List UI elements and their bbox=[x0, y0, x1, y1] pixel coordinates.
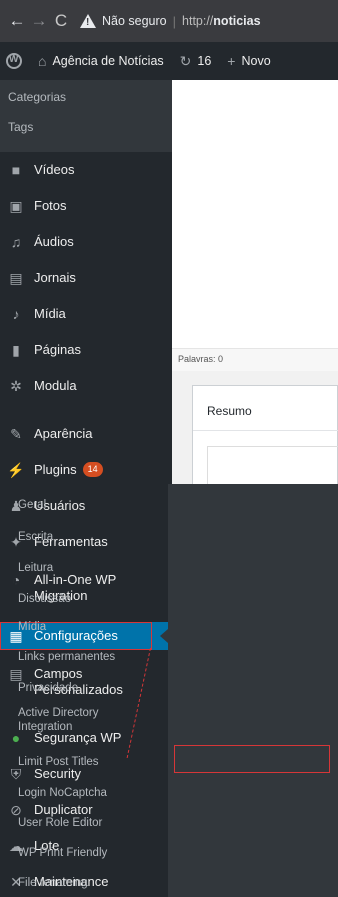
home-icon: ⌂ bbox=[38, 53, 47, 69]
submenu-item-user-role-editor[interactable]: User Role Editor bbox=[18, 816, 102, 830]
word-count: Palavras: 0 bbox=[178, 354, 224, 364]
updates-count: 16 bbox=[197, 54, 212, 68]
site-name-link[interactable]: ⌂ Agência de Notícias bbox=[38, 53, 164, 69]
menu-label: Vídeos bbox=[34, 162, 75, 177]
warning-icon: ! bbox=[80, 14, 96, 28]
posts-submenu: Categorias Tags bbox=[0, 80, 172, 152]
back-arrow-icon[interactable]: ← bbox=[6, 11, 28, 31]
updates-icon: ↻ bbox=[179, 52, 192, 69]
summary-title: Resumo bbox=[207, 404, 252, 418]
highlight-box-limit-post-titles bbox=[174, 745, 330, 773]
menu-label: Modula bbox=[34, 378, 77, 393]
menu-item-modula[interactable]: ✲ Modula bbox=[0, 378, 172, 394]
url-host: noticias bbox=[213, 14, 261, 28]
plugin-icon: ⚡ bbox=[7, 461, 25, 478]
wordpress-logo-icon[interactable] bbox=[6, 53, 22, 69]
new-label: Novo bbox=[241, 54, 271, 68]
url-separator: | bbox=[172, 13, 177, 29]
menu-item-plugins[interactable]: ⚡ Plugins 14 bbox=[0, 462, 172, 478]
url-scheme: http:// bbox=[182, 14, 214, 28]
submenu-item-privacidade[interactable]: Privacidade bbox=[18, 681, 78, 695]
plugin-update-badge: 14 bbox=[82, 462, 103, 477]
menu-item-jornais[interactable]: ▤ Jornais bbox=[0, 270, 172, 286]
updates-link[interactable]: ↻ 16 bbox=[180, 53, 212, 70]
menu-label: Mídia bbox=[34, 306, 66, 321]
menu-label: Áudios bbox=[34, 234, 74, 249]
menu-item-aparencia[interactable]: ✎ Aparência bbox=[0, 426, 172, 442]
submenu-item-categorias[interactable]: Categorias bbox=[8, 90, 66, 104]
menu-item-videos[interactable]: ■ Vídeos bbox=[0, 162, 172, 178]
security-indicator[interactable]: ! Não seguro bbox=[80, 14, 167, 28]
custom-fields-icon: ▤ bbox=[9, 665, 23, 682]
menu-item-fotos[interactable]: ▣ Fotos bbox=[0, 198, 172, 214]
menu-item-paginas[interactable]: ▮ Páginas bbox=[0, 342, 172, 358]
submenu-item-login-nocaptcha[interactable]: Login NoCaptcha bbox=[18, 786, 107, 800]
settings-flyout-submenu bbox=[168, 484, 338, 897]
post-editor[interactable] bbox=[172, 80, 338, 349]
wp-admin-bar: ⌂ Agência de Notícias ↻ 16 + Novo bbox=[0, 42, 338, 80]
submenu-item-active-directory-integration[interactable]: Active Directory Integration bbox=[18, 706, 138, 734]
address-bar[interactable]: http://noticias bbox=[182, 14, 261, 28]
submenu-item-links-permanentes[interactable]: Links permanentes bbox=[18, 650, 115, 664]
active-menu-pointer bbox=[160, 629, 168, 643]
music-icon: ♫ bbox=[10, 234, 22, 250]
pages-icon: ▮ bbox=[12, 341, 20, 358]
new-content-link[interactable]: + Novo bbox=[227, 53, 270, 69]
menu-item-audios[interactable]: ♫ Áudios bbox=[0, 234, 172, 250]
submenu-item-wp-print-friendly[interactable]: WP Print Friendly bbox=[18, 846, 107, 860]
submenu-item-file-renaming[interactable]: File renaming bbox=[18, 876, 88, 890]
menu-label: Fotos bbox=[34, 198, 67, 213]
modula-icon: ✲ bbox=[10, 377, 22, 394]
appearance-icon: ✎ bbox=[10, 425, 22, 442]
menu-item-midia[interactable]: ♪ Mídia bbox=[0, 306, 172, 322]
divider bbox=[193, 430, 338, 431]
media-icon: ♪ bbox=[12, 306, 20, 322]
photo-icon: ▣ bbox=[9, 197, 23, 214]
browser-toolbar: ← → C ! Não seguro | http://noticias bbox=[0, 0, 338, 42]
plus-icon: + bbox=[227, 53, 236, 69]
menu-label: Páginas bbox=[34, 342, 81, 357]
word-count-bar: Palavras: 0 bbox=[172, 348, 338, 371]
submenu-item-geral[interactable]: Geral bbox=[18, 498, 46, 512]
security-label: Não seguro bbox=[102, 14, 167, 28]
menu-label: Aparência bbox=[34, 426, 93, 441]
forward-arrow-icon[interactable]: → bbox=[28, 11, 50, 31]
menu-label: Plugins bbox=[34, 462, 77, 477]
site-name: Agência de Notícias bbox=[52, 54, 164, 68]
submenu-item-midia[interactable]: Mídia bbox=[18, 620, 46, 634]
menu-label: Jornais bbox=[34, 270, 76, 285]
video-icon: ■ bbox=[11, 162, 21, 178]
submenu-item-limit-post-titles[interactable]: Limit Post Titles bbox=[18, 755, 99, 769]
submenu-item-escrita[interactable]: Escrita bbox=[18, 530, 53, 544]
submenu-item-discussao[interactable]: Discussão bbox=[18, 592, 71, 606]
reload-icon[interactable]: C bbox=[50, 11, 72, 31]
submenu-item-tags[interactable]: Tags bbox=[8, 120, 33, 134]
submenu-item-leitura[interactable]: Leitura bbox=[18, 561, 53, 575]
newspaper-icon: ▤ bbox=[9, 269, 23, 286]
